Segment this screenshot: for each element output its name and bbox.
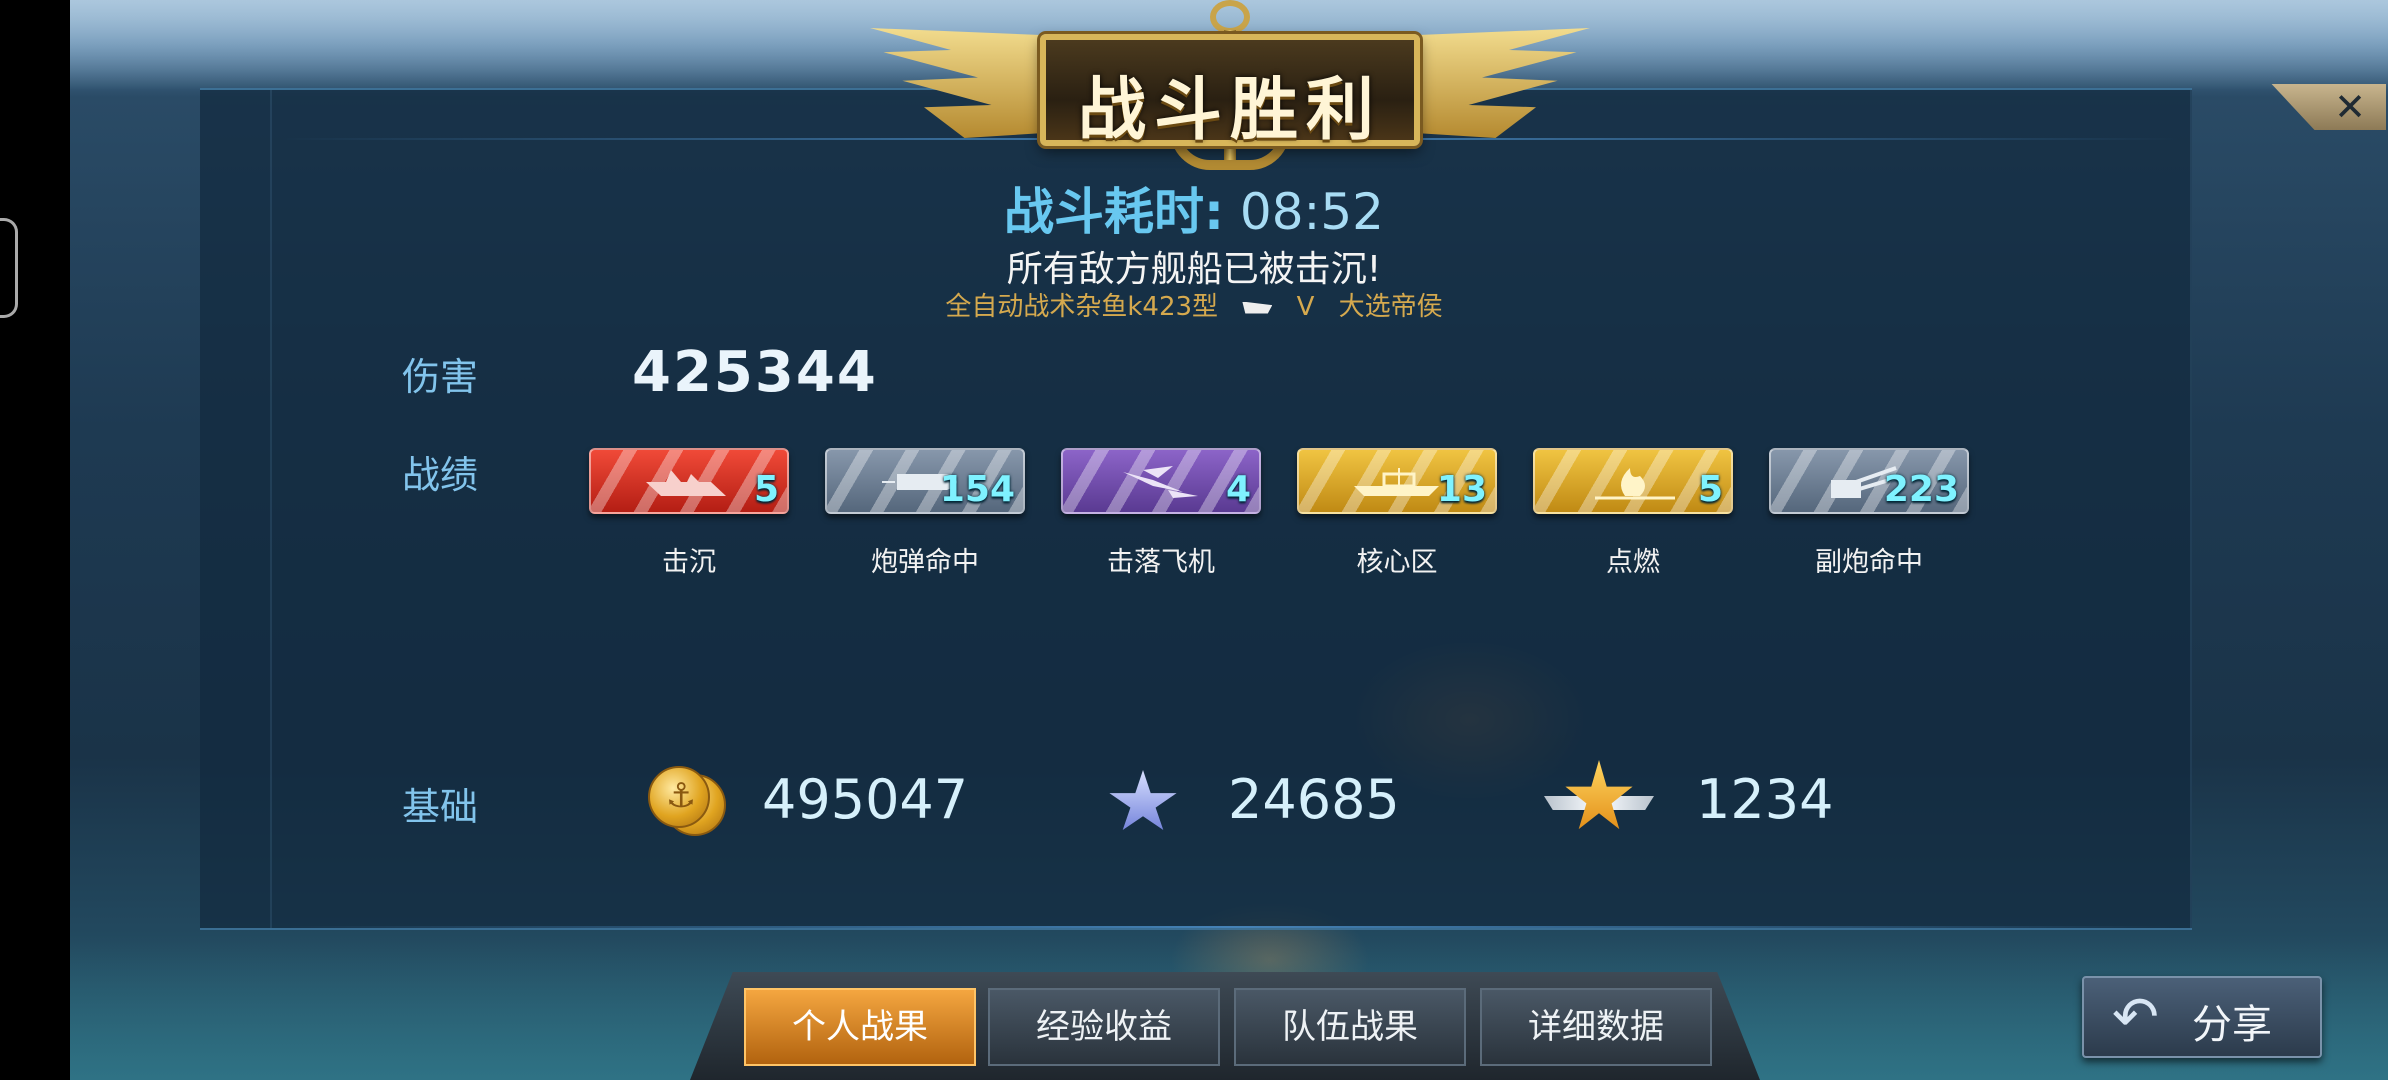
ship-class-icon [1242, 301, 1273, 314]
medal-count: 4 [1225, 469, 1251, 510]
medal-count: 223 [1883, 469, 1959, 510]
medal-label-ignite: 点燃 [1606, 547, 1660, 578]
credits-coin-icon: ⚓ [648, 766, 728, 836]
record-label: 战绩 [402, 453, 479, 497]
tab-exp-income[interactable]: 经验收益 [988, 988, 1220, 1066]
device-left-bar [0, 0, 70, 1080]
victory-title: 战斗胜利 [1077, 71, 1382, 150]
result-message: 所有敌方舰船已被击沉! [1006, 249, 1382, 290]
coin-front-icon: ⚓ [648, 766, 710, 828]
medal-secondary-hit[interactable]: 223 [1769, 448, 1969, 514]
medal-label-sink: 击沉 [662, 547, 716, 578]
medal-label-shell-hit: 炮弹命中 [871, 547, 979, 578]
medal-sink[interactable]: 5 [589, 448, 789, 514]
battle-time-value: 08:52 [1239, 183, 1384, 241]
anchor-ring-icon [1210, 0, 1250, 34]
tab-team-results[interactable]: 队伍战果 [1234, 988, 1466, 1066]
ship-info: 全自动战术杂鱼k423型 V 大选帝侯 [0, 286, 2388, 323]
panel-bottom-line [280, 926, 2180, 928]
medal-label-plane-down: 击落飞机 [1107, 547, 1215, 578]
victory-emblem: 战斗胜利 [870, 0, 1590, 180]
medal-citadel[interactable]: 13 [1297, 448, 1497, 514]
share-button[interactable]: ↶ 分享 [2082, 976, 2322, 1058]
coin-anchor-icon: ⚓ [665, 776, 697, 816]
credits-value: 495047 [762, 768, 969, 831]
ship-name: 全自动战术杂鱼k423型 [945, 292, 1219, 322]
citadel-ship-icon [1354, 468, 1439, 496]
medal-count: 13 [1436, 469, 1487, 510]
captain-exp-star-icon [1544, 760, 1654, 844]
ship-tier: V [1296, 292, 1315, 322]
share-label: 分享 [2192, 1002, 2272, 1048]
damage-label: 伤害 [402, 355, 479, 399]
medal-count: 5 [753, 469, 779, 510]
medal-shell-hit[interactable]: 154 [825, 448, 1025, 514]
sinking-ship-icon [646, 470, 726, 496]
tab-personal-results[interactable]: 个人战果 [744, 988, 976, 1066]
medal-plane-down[interactable]: 4 [1061, 448, 1261, 514]
medal-count: 5 [1697, 469, 1723, 510]
tab-detailed-data[interactable]: 详细数据 [1480, 988, 1712, 1066]
damage-value: 425344 [632, 340, 878, 405]
battle-time-label: 战斗耗时: [1004, 183, 1224, 241]
medal-ignite[interactable]: 5 [1533, 448, 1733, 514]
medal-label-secondary-hit: 副炮命中 [1815, 547, 1923, 578]
falling-plane-icon [1123, 466, 1198, 498]
free-exp-value: 24685 [1228, 768, 1400, 831]
fire-icon [1595, 468, 1675, 500]
captain-exp-value: 1234 [1696, 768, 1834, 831]
emblem-plate: 战斗胜利 [1040, 34, 1420, 150]
battle-time: 战斗耗时: 08:52 [0, 172, 2388, 244]
medal-label-citadel: 核心区 [1356, 547, 1438, 578]
player-rank: 大选帝侯 [1338, 292, 1443, 322]
share-arrow-icon: ↶ [2112, 985, 2159, 1050]
medal-count: 154 [939, 469, 1015, 510]
basics-label: 基础 [402, 785, 479, 829]
close-icon: ✕ [2334, 85, 2366, 129]
